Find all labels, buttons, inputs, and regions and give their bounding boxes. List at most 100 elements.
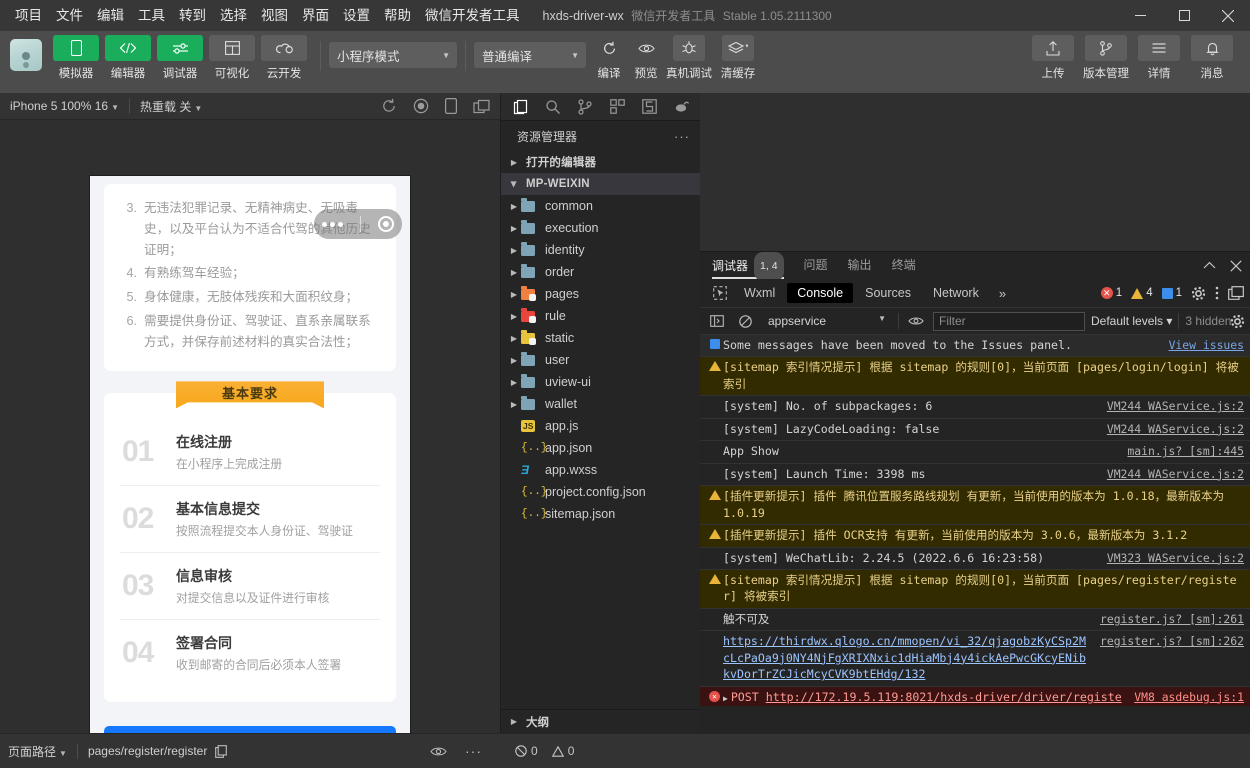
hot-reload-select[interactable]: 热重载 关 ▼ [130,98,212,115]
tree-folder[interactable]: ▶ wallet [501,393,700,415]
more-icon[interactable]: ··· [465,743,482,759]
toolbar-message-button[interactable]: 消息 [1187,35,1237,81]
close-button[interactable] [1206,0,1250,31]
tree-file[interactable]: JS app.js [501,415,700,437]
extensions-icon[interactable] [601,93,633,121]
console-source-link[interactable]: register.js? [sm]:262 [1094,633,1244,649]
toolbar-debugger-button[interactable]: 调试器 [156,35,204,81]
minimize-button[interactable] [1118,0,1162,31]
close-icon[interactable] [1230,259,1242,272]
warning-count[interactable]: 4 [1131,287,1153,299]
console-source-link[interactable]: VM8 asdebug.js:1 [1128,689,1244,705]
toolbar-clearcache-button[interactable]: ▼ 清缓存 [715,35,761,81]
menu-item-devtools[interactable]: 微信开发者工具 [418,0,527,31]
bug-icon[interactable] [665,93,697,121]
toolbar-simulator-button[interactable]: 模拟器 [52,35,100,81]
tree-file[interactable]: {..} sitemap.json [501,503,700,525]
compile-select[interactable]: 普通编译 ▼ [474,42,586,68]
toolbar-visual-button[interactable]: 可视化 [208,35,256,81]
tree-folder[interactable]: ▶ user [501,349,700,371]
source-control-icon[interactable] [569,93,601,121]
tree-folder[interactable]: ▶ pages [501,283,700,305]
tab-console[interactable]: Console [787,283,854,303]
toolbar-upload-button[interactable]: 上传 [1028,35,1078,81]
maximize-button[interactable] [1162,0,1206,31]
editor-area[interactable] [700,93,1250,251]
tree-folder[interactable]: ▶ uview-ui [501,371,700,393]
toolbar-realdevice-button[interactable]: 真机调试 [666,35,712,81]
search-icon[interactable] [537,93,569,121]
record-icon[interactable] [413,98,429,114]
tree-folder[interactable]: ▶ execution [501,217,700,239]
eye-icon[interactable] [430,746,447,757]
kebab-icon[interactable] [1215,286,1219,300]
outline-section[interactable]: ▶ 大纲 [501,709,701,733]
console-source-link[interactable]: View issues [1163,337,1244,353]
menu-item-interface[interactable]: 界面 [295,0,336,31]
wechat-capsule[interactable] [314,209,402,239]
tree-folder[interactable]: ▶ rule [501,305,700,327]
toolbar-details-button[interactable]: 详情 [1134,35,1184,81]
refresh-icon[interactable] [381,98,397,114]
tab-wxml[interactable]: Wxml [734,283,785,303]
open-editors-section[interactable]: ▶ 打开的编辑器 [501,151,700,173]
page-path-selector[interactable]: 页面路径 ▼ [8,743,67,760]
rotate-icon[interactable] [445,98,457,114]
more-icon[interactable]: ··· [674,129,690,144]
tab-problems[interactable]: 问题 [804,252,828,279]
tab-output[interactable]: 输出 [848,252,872,279]
toolbar-preview-button[interactable]: 预览 [629,35,663,81]
menu-item-goto[interactable]: 转到 [172,0,213,31]
tree-file[interactable]: {..} app.json [501,437,700,459]
console-source-link[interactable]: VM244 WAService.js:2 [1101,466,1244,482]
menu-item-project[interactable]: 项目 [8,0,49,31]
context-select[interactable]: appservice ▼ [762,314,892,328]
more-tabs-icon[interactable]: » [991,286,1014,301]
dock-icon[interactable] [1228,286,1244,300]
tree-folder[interactable]: ▶ order [501,261,700,283]
toolbar-editor-button[interactable]: 编辑器 [104,35,152,81]
eye-icon[interactable] [905,316,927,326]
device-select[interactable]: iPhone 5 100% 16 ▼ [0,99,129,113]
window-icon[interactable] [473,99,490,114]
debug-icon[interactable] [633,93,665,121]
info-count[interactable]: 1 [1161,287,1182,299]
menu-item-edit[interactable]: 编辑 [90,0,131,31]
copy-icon[interactable] [215,744,228,758]
console-link[interactable]: http://172.19.5.119:8021/hxds-driver/dri… [723,690,1122,706]
console-output[interactable]: Some messages have been moved to the Iss… [700,335,1250,706]
menu-item-help[interactable]: 帮助 [377,0,418,31]
status-problems[interactable]: 0 0 [515,744,574,758]
tree-folder[interactable]: ▶ identity [501,239,700,261]
clear-console-icon[interactable] [734,314,756,328]
tab-debugger[interactable]: 调试器 1, 4 [712,252,784,281]
console-link[interactable]: https://thirdwx.qlogo.cn/mmopen/vi_32/qj… [723,634,1086,681]
project-root-section[interactable]: ▶ MP-WEIXIN [501,173,700,195]
menu-item-view[interactable]: 视图 [254,0,295,31]
files-icon[interactable] [505,93,537,121]
menu-item-tools[interactable]: 工具 [131,0,172,31]
gear-icon[interactable] [1230,314,1245,329]
error-count[interactable]: ✕ 1 [1100,287,1122,299]
tree-file[interactable]: {..} project.config.json [501,481,700,503]
tree-file[interactable]: Ǝapp.wxss [501,459,700,481]
console-source-link[interactable]: VM323 WAService.js:2 [1101,550,1244,566]
tree-folder[interactable]: ▶ common [501,195,700,217]
console-source-link[interactable]: VM244 WAService.js:2 [1101,421,1244,437]
menu-item-file[interactable]: 文件 [49,0,90,31]
toolbar-compile-button[interactable]: 编译 [592,35,626,81]
console-source-link[interactable]: main.js? [sm]:445 [1121,443,1244,459]
toolbar-version-button[interactable]: 版本管理 [1081,35,1131,81]
toolbar-cloud-button[interactable]: 云开发 [260,35,308,81]
console-source-link[interactable]: register.js? [sm]:261 [1094,611,1244,627]
tab-terminal[interactable]: 终端 [892,252,916,279]
menu-item-settings[interactable]: 设置 [336,0,377,31]
tab-sources[interactable]: Sources [855,283,921,303]
console-source-link[interactable]: VM244 WAService.js:2 [1101,398,1244,414]
gear-icon[interactable] [1191,286,1206,301]
mode-select[interactable]: 小程序模式 ▼ [329,42,457,68]
inspect-element-icon[interactable] [706,286,734,300]
menu-item-select[interactable]: 选择 [213,0,254,31]
filter-input[interactable]: Filter [933,311,1085,331]
tree-folder[interactable]: ▶ static [501,327,700,349]
